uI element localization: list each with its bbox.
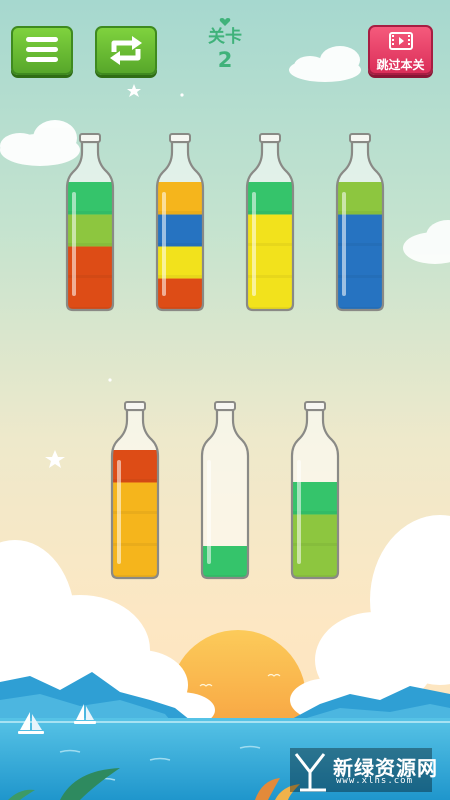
menu-button[interactable] [11,26,73,75]
bottle[interactable] [110,401,160,580]
bottle[interactable] [65,133,115,312]
bottle[interactable] [245,133,295,312]
skip-level-label: 跳过本关 [376,58,425,72]
video-icon [389,32,413,50]
bottle[interactable] [200,401,250,580]
bottle[interactable] [335,133,385,312]
restart-button[interactable] [95,26,157,75]
bottle[interactable] [290,401,340,580]
heart-icon [219,18,231,26]
level-number: 2 [217,48,233,72]
bottles-layer [65,133,385,580]
watermark-url: www.xlhs.com [336,776,414,786]
menu-icon [26,37,58,62]
skip-level-button[interactable]: 跳过本关 [368,25,433,75]
bottle[interactable] [155,133,205,312]
game-scene: 关卡 2 跳过本关 新绿资源网 www.xlhs.com [0,0,450,800]
restart-icon [110,36,142,65]
